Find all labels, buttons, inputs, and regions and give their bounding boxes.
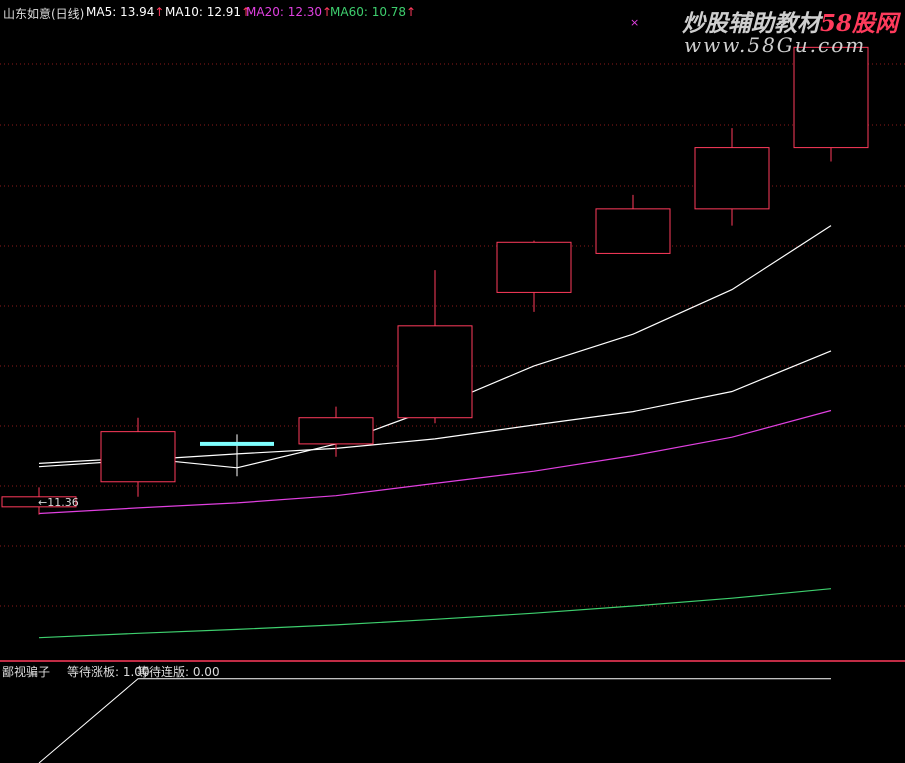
candle-body [298, 417, 374, 445]
up-arrow-icon: ↑ [406, 5, 417, 19]
ma60-value: MA60: 10.78 [330, 5, 407, 19]
candle-body [496, 241, 572, 293]
indicator-panel [38, 678, 831, 763]
candles [1, 46, 869, 515]
close-marker-icon: × [630, 16, 640, 29]
candle-body [100, 431, 176, 483]
up-arrow-icon: ↑ [154, 5, 165, 19]
ma5-value: MA5: 13.94 [86, 5, 155, 19]
wait-consec-value: 等待连版: 0.00 [137, 665, 220, 679]
ma5-legend: MA5: 13.94↑ [86, 5, 164, 19]
ma10-legend: MA10: 12.91↑ [165, 5, 251, 19]
watermark-url: www.58Gu.com [684, 33, 867, 57]
ma60-line [38, 588, 832, 639]
indicator-name: 鄙视骗子 [2, 665, 51, 679]
candle-body [397, 325, 473, 419]
wait-limit-line [38, 678, 831, 763]
ma60-legend: MA60: 10.78↑ [330, 5, 416, 19]
ma20-legend: MA20: 12.30↑ [246, 5, 332, 19]
low-price-label: ←11.36 [38, 496, 79, 509]
candle-body [595, 208, 671, 254]
doji-candle [200, 441, 274, 446]
candle-body [694, 147, 770, 210]
stock-title: 山东如意(日线) [3, 5, 84, 22]
candlestick-chart [0, 46, 905, 763]
candle-body [793, 46, 869, 149]
ma10-value: MA10: 12.91 [165, 5, 242, 19]
ma20-value: MA20: 12.30 [246, 5, 323, 19]
stock-name: 山东如意(日线) [3, 7, 85, 21]
